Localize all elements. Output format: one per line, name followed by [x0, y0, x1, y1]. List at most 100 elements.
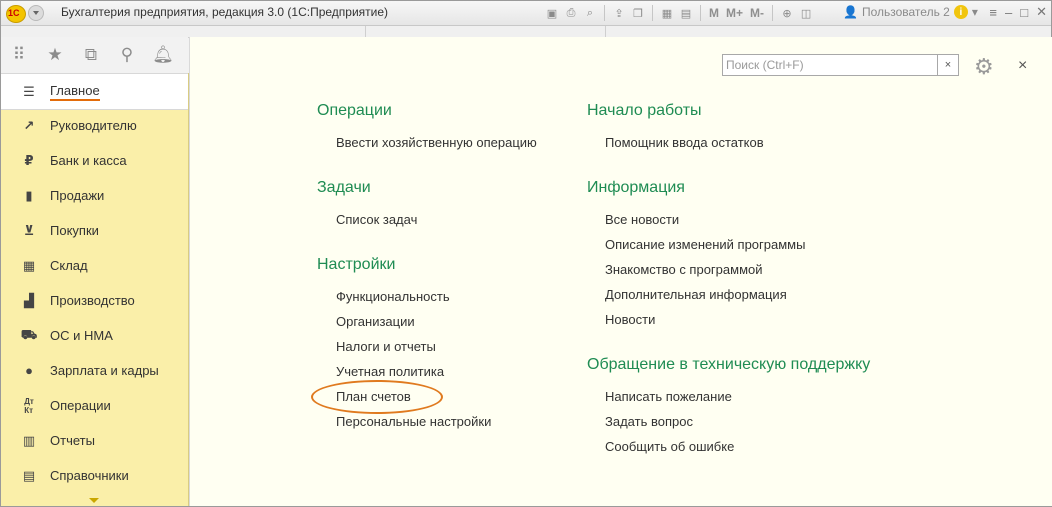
- sidebar-item-label: Банк и касса: [50, 153, 127, 168]
- link-all-news[interactable]: Все новости: [605, 212, 679, 227]
- window-close-icon[interactable]: ✕: [1036, 4, 1047, 20]
- info-dropdown-icon[interactable]: ▾: [972, 5, 978, 19]
- memory-plus-button[interactable]: M+: [724, 6, 745, 20]
- link-news[interactable]: Новости: [605, 312, 655, 327]
- link-balance-wizard[interactable]: Помощник ввода остатков: [605, 135, 764, 150]
- sidebar-item-label: Справочники: [50, 468, 129, 483]
- gear-icon[interactable]: ⚙: [974, 53, 1002, 81]
- ruble-icon: ₽: [24, 152, 34, 168]
- sidebar-item-warehouse[interactable]: ▦ Склад: [1, 248, 188, 283]
- sidebar-item-reports[interactable]: ▥ Отчеты: [1, 423, 188, 458]
- apps-grid-icon[interactable]: ⠿: [1, 45, 37, 65]
- link-taxes-reports[interactable]: Налоги и отчеты: [336, 339, 436, 354]
- user-area[interactable]: 👤 Пользователь 2 i ▾: [843, 5, 978, 19]
- sidebar-item-label: Склад: [50, 258, 88, 273]
- person-icon: ●: [25, 363, 33, 378]
- bell-icon[interactable]: 🔔︎: [145, 45, 181, 65]
- search-input[interactable]: [723, 55, 936, 75]
- title-bar: 1С Бухгалтерия предприятия, редакция 3.0…: [1, 1, 1051, 26]
- window-controls: ≡ – □ ✕: [989, 4, 1047, 20]
- sidebar-item-directories[interactable]: ▤ Справочники: [1, 458, 188, 493]
- link-ask-question[interactable]: Задать вопрос: [605, 414, 693, 429]
- upload-icon[interactable]: ⇪: [611, 5, 627, 21]
- search-icon[interactable]: ⚲: [109, 45, 145, 65]
- book-icon: ▤: [22, 467, 36, 483]
- copy-icon[interactable]: ❐: [630, 5, 646, 21]
- sidebar-item-assets[interactable]: ⛟ ОС и НМА: [1, 318, 188, 353]
- sidebar-item-label: Зарплата и кадры: [50, 363, 159, 378]
- memory-minus-button[interactable]: M-: [748, 6, 766, 20]
- info-icon[interactable]: i: [953, 5, 968, 19]
- link-introduction[interactable]: Знакомство с программой: [605, 262, 763, 277]
- factory-icon: ▟: [24, 292, 34, 308]
- user-name: Пользователь 2: [861, 5, 950, 19]
- app-logo: 1С: [6, 5, 26, 23]
- save-icon[interactable]: ▣: [544, 5, 560, 21]
- zoom-icon[interactable]: ⊕: [779, 5, 795, 21]
- title-toolbar: ▣ ⎙ ⌕ ⇪ ❐ ▦ ▤ M M+ M- ⊕ ◫: [544, 4, 814, 22]
- sidebar-item-sales[interactable]: ▮ Продажи: [1, 178, 188, 213]
- sidebar-item-label: Покупки: [50, 223, 99, 238]
- sidebar-item-production[interactable]: ▟ Производство: [1, 283, 188, 318]
- dt-kt-icon: Дт Кт: [24, 396, 34, 415]
- trend-icon: ↗: [23, 117, 35, 133]
- link-task-list[interactable]: Список задач: [336, 212, 417, 227]
- link-additional-info[interactable]: Дополнительная информация: [605, 287, 787, 302]
- app-window: 1С Бухгалтерия предприятия, редакция 3.0…: [0, 0, 1052, 507]
- link-enter-operation[interactable]: Ввести хозяйственную операцию: [336, 135, 537, 150]
- close-icon[interactable]: ×: [1018, 57, 1027, 75]
- menu-icon: ☰: [23, 83, 35, 99]
- section-title-support: Обращение в техническую поддержку: [587, 356, 871, 373]
- link-changes-description[interactable]: Описание изменений программы: [605, 237, 805, 252]
- main-menu-button[interactable]: [28, 5, 44, 21]
- calendar-icon[interactable]: ▤: [678, 5, 694, 21]
- bar-chart-icon: ▥: [22, 432, 36, 448]
- preview-icon[interactable]: ⌕: [582, 5, 598, 21]
- highlight-oval: [311, 380, 443, 414]
- panel-icon[interactable]: ◫: [798, 5, 814, 21]
- star-icon[interactable]: ★: [37, 45, 73, 65]
- scroll-down-icon[interactable]: [89, 498, 99, 503]
- section-title-settings: Настройки: [317, 256, 396, 273]
- print-icon[interactable]: ⎙: [563, 5, 579, 21]
- link-accounting-policy[interactable]: Учетная политика: [336, 364, 444, 379]
- sidebar-item-label: Отчеты: [50, 433, 95, 448]
- sidebar-item-main[interactable]: ☰ Главное: [1, 73, 188, 110]
- main-content: × ⚙ × Операции Ввести хозяйственную опер…: [189, 37, 1052, 506]
- section-title-operations: Операции: [317, 102, 392, 119]
- link-write-suggestion[interactable]: Написать пожелание: [605, 389, 732, 404]
- memory-button[interactable]: M: [707, 6, 721, 20]
- sidebar-item-label: Операции: [50, 398, 111, 413]
- sidebar-item-label: Главное: [50, 83, 100, 101]
- section-title-getting-started: Начало работы: [587, 102, 702, 119]
- minimize-icon[interactable]: –: [1005, 5, 1012, 20]
- left-toolbar: ⠿ ★ ⧉ ⚲ 🔔︎: [1, 37, 188, 74]
- sidebar-item-manager[interactable]: ↗ Руководителю: [1, 108, 188, 143]
- sections-sidebar: ☰ Главное ↗ Руководителю ₽ Банк и касса …: [1, 73, 189, 506]
- sidebar-item-label: Продажи: [50, 188, 105, 203]
- sidebar-item-bank[interactable]: ₽ Банк и касса: [1, 143, 188, 178]
- link-organizations[interactable]: Организации: [336, 314, 415, 329]
- bag-icon: ▮: [25, 187, 33, 203]
- clear-search-icon[interactable]: ×: [937, 55, 958, 75]
- cart-icon: ⊻: [23, 222, 35, 238]
- warehouse-icon: ▦: [22, 257, 36, 273]
- link-personal-settings[interactable]: Персональные настройки: [336, 414, 491, 429]
- sidebar-item-label: Производство: [50, 293, 135, 308]
- sidebar-item-label: ОС и НМА: [50, 328, 113, 343]
- link-report-bug[interactable]: Сообщить об ошибке: [605, 439, 734, 454]
- window-title: Бухгалтерия предприятия, редакция 3.0 (1…: [61, 5, 389, 19]
- search-box: ×: [722, 54, 959, 76]
- maximize-icon[interactable]: □: [1020, 5, 1028, 20]
- history-icon[interactable]: ⧉: [73, 45, 109, 65]
- sidebar-item-label: Руководителю: [50, 118, 137, 133]
- list-icon[interactable]: ≡: [989, 5, 997, 20]
- user-icon: 👤: [843, 5, 858, 19]
- sidebar-item-operations[interactable]: Дт Кт Операции: [1, 388, 188, 423]
- table-icon[interactable]: ▦: [659, 5, 675, 21]
- link-functionality[interactable]: Функциональность: [336, 289, 450, 304]
- sidebar-item-payroll[interactable]: ● Зарплата и кадры: [1, 353, 188, 388]
- section-title-information: Информация: [587, 179, 685, 196]
- section-title-tasks: Задачи: [317, 179, 371, 196]
- sidebar-item-purchases[interactable]: ⊻ Покупки: [1, 213, 188, 248]
